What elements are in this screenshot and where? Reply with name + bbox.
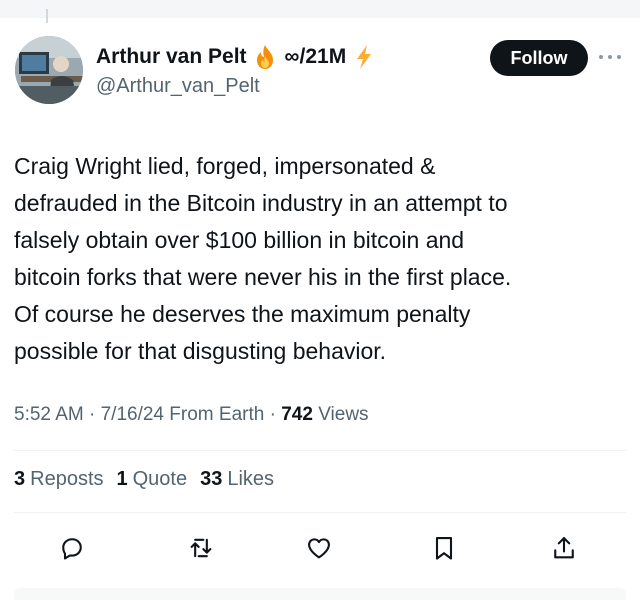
reposts-label: Reposts (30, 468, 104, 490)
tweet-actions (0, 528, 640, 568)
reposts-count: 3 (14, 468, 26, 490)
fire-emoji-icon (253, 44, 277, 70)
author-handle[interactable]: @Arthur_van_Pelt (96, 75, 260, 98)
reposts-stat[interactable]: 3 Reposts (14, 468, 104, 491)
tweet-text-line: Craig Wright lied, forged, impersonated … (14, 153, 436, 179)
tweet-text-line: defrauded in the Bitcoin industry in an … (14, 190, 508, 216)
tweet-text-line: bitcoin forks that were never his in the… (14, 264, 512, 290)
likes-count: 33 (200, 468, 223, 490)
author-name-row: Arthur van Pelt ∞/21M (96, 43, 374, 71)
views-count: 742 (281, 404, 313, 425)
share-icon[interactable] (548, 532, 580, 564)
next-item-edge (14, 588, 626, 600)
tweet-source: From Earth (169, 404, 265, 425)
meta-separator: · (269, 404, 276, 425)
display-name[interactable]: Arthur van Pelt (96, 45, 247, 69)
views-label: Views (318, 404, 369, 425)
likes-label: Likes (227, 468, 275, 490)
quotes-stat[interactable]: 1 Quote (117, 468, 188, 491)
tweet-date[interactable]: 7/16/24 (101, 404, 164, 425)
tweet-text: Craig Wright lied, forged, impersonated … (14, 148, 624, 370)
divider (14, 450, 626, 451)
avatar[interactable] (15, 36, 83, 104)
more-options-icon[interactable] (596, 46, 624, 68)
divider (14, 512, 626, 513)
display-name-suffix: ∞/21M (284, 45, 347, 68)
lightning-emoji-icon (354, 44, 374, 70)
tweet-time[interactable]: 5:52 AM (14, 404, 84, 425)
bookmark-icon[interactable] (428, 532, 460, 564)
follow-button[interactable]: Follow (490, 40, 588, 76)
tweet-text-line: possible for that disgusting behavior. (14, 338, 387, 364)
tweet-text-line: Of course he deserves the maximum penalt… (14, 301, 471, 327)
avatar-photo (15, 36, 83, 104)
likes-stat[interactable]: 33 Likes (200, 468, 274, 491)
meta-separator: · (89, 404, 96, 425)
tweet-meta: 5:52 AM · 7/16/24 From Earth · 742 Views (14, 404, 369, 426)
quotes-count: 1 (116, 468, 128, 490)
top-strip (0, 0, 640, 18)
thread-line (46, 9, 48, 23)
engagement-stats: 3 Reposts 1 Quote 33 Likes (14, 468, 287, 491)
like-icon[interactable] (303, 532, 335, 564)
repost-icon[interactable] (185, 532, 217, 564)
quotes-label: Quote (132, 468, 188, 490)
reply-icon[interactable] (56, 532, 88, 564)
tweet-text-line: falsely obtain over $100 billion in bitc… (14, 227, 465, 253)
